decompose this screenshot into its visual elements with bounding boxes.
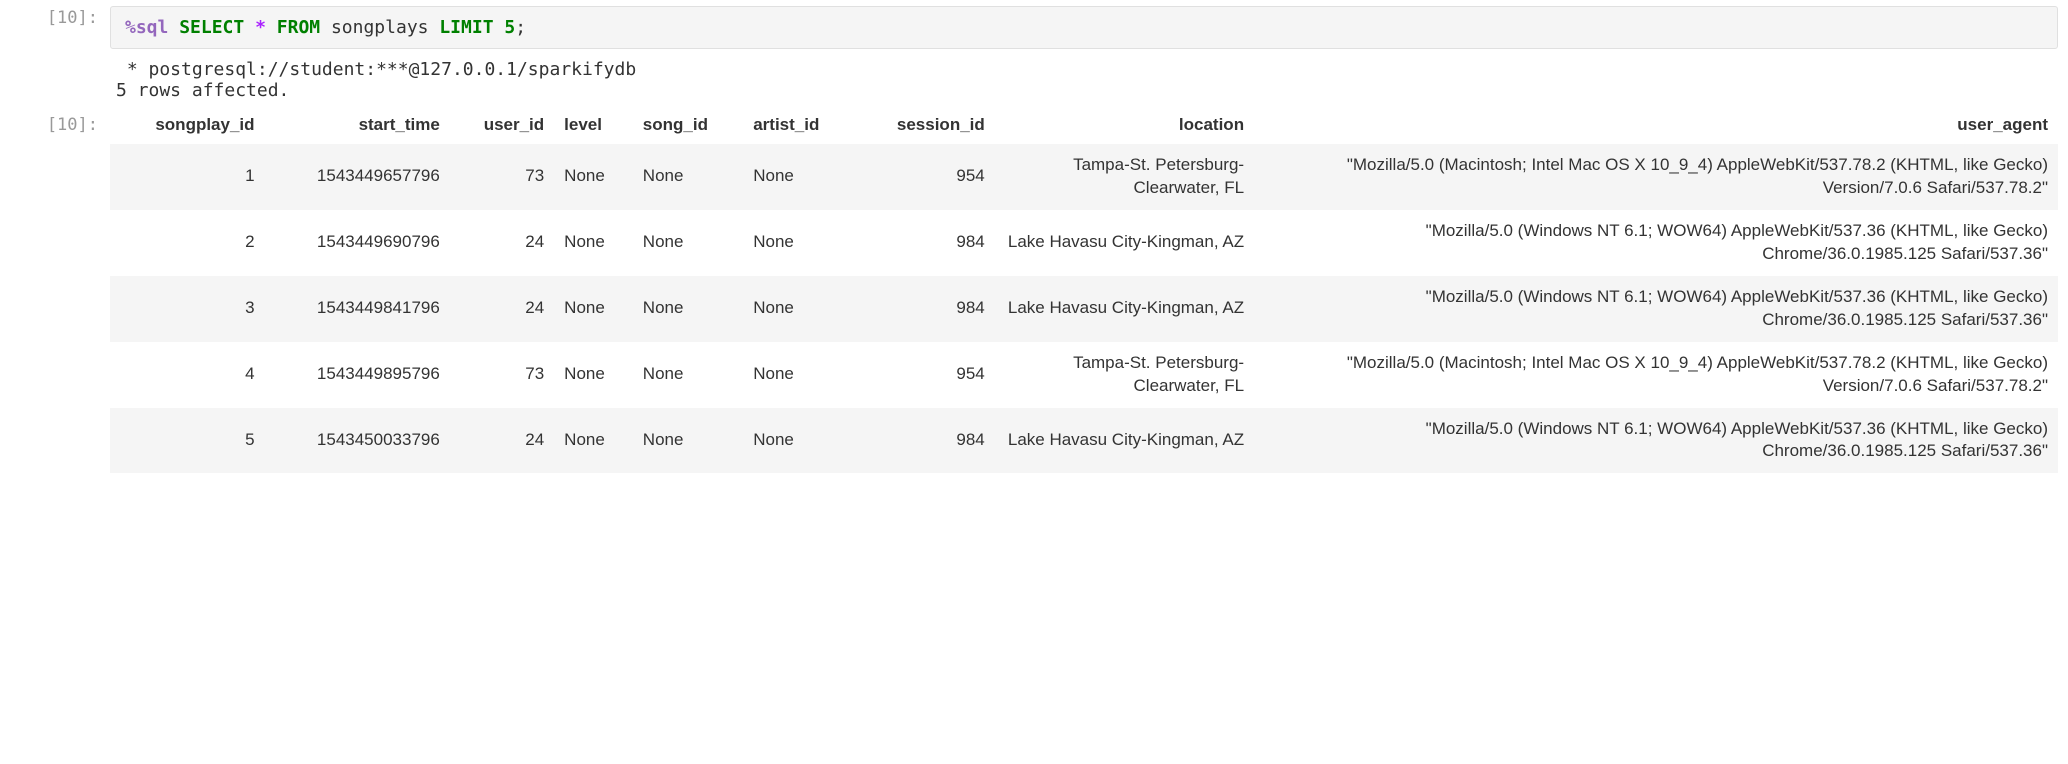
cell-level: None xyxy=(554,210,633,276)
cell-songplay_id: 3 xyxy=(110,276,265,342)
table-row: 3154344984179624NoneNoneNone984Lake Hava… xyxy=(110,276,2058,342)
cell-location: Lake Havasu City-Kingman, AZ xyxy=(995,408,1254,474)
column-header-location: location xyxy=(995,107,1254,144)
code-token: ; xyxy=(515,17,526,38)
code-token: FROM xyxy=(277,17,320,38)
column-header-user_agent: user_agent xyxy=(1254,107,2058,144)
code-token: 5 xyxy=(504,17,515,38)
cell-session_id: 954 xyxy=(855,144,995,210)
cell-session_id: 984 xyxy=(855,210,995,276)
column-header-level: level xyxy=(554,107,633,144)
table-row: 1154344965779673NoneNoneNone954Tampa-St.… xyxy=(110,144,2058,210)
cell-artist_id: None xyxy=(743,276,855,342)
column-header-user_id: user_id xyxy=(450,107,554,144)
cell-user_agent: "Mozilla/5.0 (Windows NT 6.1; WOW64) App… xyxy=(1254,408,2058,474)
cell-user_agent: "Mozilla/5.0 (Windows NT 6.1; WOW64) App… xyxy=(1254,276,2058,342)
cell-songplay_id: 1 xyxy=(110,144,265,210)
cell-level: None xyxy=(554,342,633,408)
code-token xyxy=(244,17,255,38)
cell-user_agent: "Mozilla/5.0 (Macintosh; Intel Mac OS X … xyxy=(1254,342,2058,408)
cell-artist_id: None xyxy=(743,210,855,276)
result-table-body: 1154344965779673NoneNoneNone954Tampa-St.… xyxy=(110,144,2058,474)
cell-start_time: 1543449841796 xyxy=(265,276,450,342)
cell-start_time: 1543449690796 xyxy=(265,210,450,276)
column-header-song_id: song_id xyxy=(633,107,743,144)
code-line: %sql SELECT * FROM songplays LIMIT 5; xyxy=(125,17,526,38)
table-row: 2154344969079624NoneNoneNone984Lake Hava… xyxy=(110,210,2058,276)
cell-song_id: None xyxy=(633,210,743,276)
stdout-prompt xyxy=(0,55,110,63)
cell-song_id: None xyxy=(633,408,743,474)
cell-song_id: None xyxy=(633,342,743,408)
code-token xyxy=(266,17,277,38)
result-table: songplay_idstart_timeuser_idlevelsong_id… xyxy=(110,107,2058,473)
cell-user_agent: "Mozilla/5.0 (Windows NT 6.1; WOW64) App… xyxy=(1254,210,2058,276)
cell-location: Lake Havasu City-Kingman, AZ xyxy=(995,210,1254,276)
cell-user_id: 24 xyxy=(450,210,554,276)
cell-songplay_id: 2 xyxy=(110,210,265,276)
cell-session_id: 984 xyxy=(855,408,995,474)
cell-artist_id: None xyxy=(743,342,855,408)
column-header-session_id: session_id xyxy=(855,107,995,144)
cell-user_id: 24 xyxy=(450,408,554,474)
cell-user_id: 73 xyxy=(450,342,554,408)
stdout-text: * postgresql://student:***@127.0.0.1/spa… xyxy=(110,55,2068,107)
cell-session_id: 954 xyxy=(855,342,995,408)
table-row: 4154344989579673NoneNoneNone954Tampa-St.… xyxy=(110,342,2058,408)
code-token xyxy=(494,17,505,38)
cell-songplay_id: 5 xyxy=(110,408,265,474)
table-row: 5154345003379624NoneNoneNone984Lake Hava… xyxy=(110,408,2058,474)
cell-level: None xyxy=(554,144,633,210)
cell-location: Tampa-St. Petersburg-Clearwater, FL xyxy=(995,342,1254,408)
column-header-songplay_id: songplay_id xyxy=(110,107,265,144)
input-prompt: [10]: xyxy=(0,0,110,28)
input-cell: [10]: %sql SELECT * FROM songplays LIMIT… xyxy=(0,0,2068,55)
cell-user_id: 73 xyxy=(450,144,554,210)
stdout-cell: * postgresql://student:***@127.0.0.1/spa… xyxy=(0,55,2068,107)
cell-level: None xyxy=(554,276,633,342)
code-token: songplays xyxy=(320,17,439,38)
result-cell: [10]: songplay_idstart_timeuser_idlevels… xyxy=(0,107,2068,483)
cell-user_id: 24 xyxy=(450,276,554,342)
cell-level: None xyxy=(554,408,633,474)
cell-session_id: 984 xyxy=(855,276,995,342)
cell-songplay_id: 4 xyxy=(110,342,265,408)
cell-start_time: 1543449657796 xyxy=(265,144,450,210)
cell-song_id: None xyxy=(633,144,743,210)
code-token: SELECT xyxy=(179,17,244,38)
cell-user_agent: "Mozilla/5.0 (Macintosh; Intel Mac OS X … xyxy=(1254,144,2058,210)
cell-location: Tampa-St. Petersburg-Clearwater, FL xyxy=(995,144,1254,210)
cell-song_id: None xyxy=(633,276,743,342)
result-table-wrap: songplay_idstart_timeuser_idlevelsong_id… xyxy=(110,107,2068,483)
column-header-artist_id: artist_id xyxy=(743,107,855,144)
code-input-area[interactable]: %sql SELECT * FROM songplays LIMIT 5; xyxy=(110,6,2058,49)
cell-artist_id: None xyxy=(743,408,855,474)
code-token: * xyxy=(255,17,266,38)
result-table-head: songplay_idstart_timeuser_idlevelsong_id… xyxy=(110,107,2058,144)
code-token: LIMIT xyxy=(439,17,493,38)
cell-artist_id: None xyxy=(743,144,855,210)
cell-location: Lake Havasu City-Kingman, AZ xyxy=(995,276,1254,342)
magic-command: %sql xyxy=(125,17,168,38)
output-prompt: [10]: xyxy=(0,107,110,135)
cell-start_time: 1543449895796 xyxy=(265,342,450,408)
result-header-row: songplay_idstart_timeuser_idlevelsong_id… xyxy=(110,107,2058,144)
code-token xyxy=(168,17,179,38)
column-header-start_time: start_time xyxy=(265,107,450,144)
cell-start_time: 1543450033796 xyxy=(265,408,450,474)
